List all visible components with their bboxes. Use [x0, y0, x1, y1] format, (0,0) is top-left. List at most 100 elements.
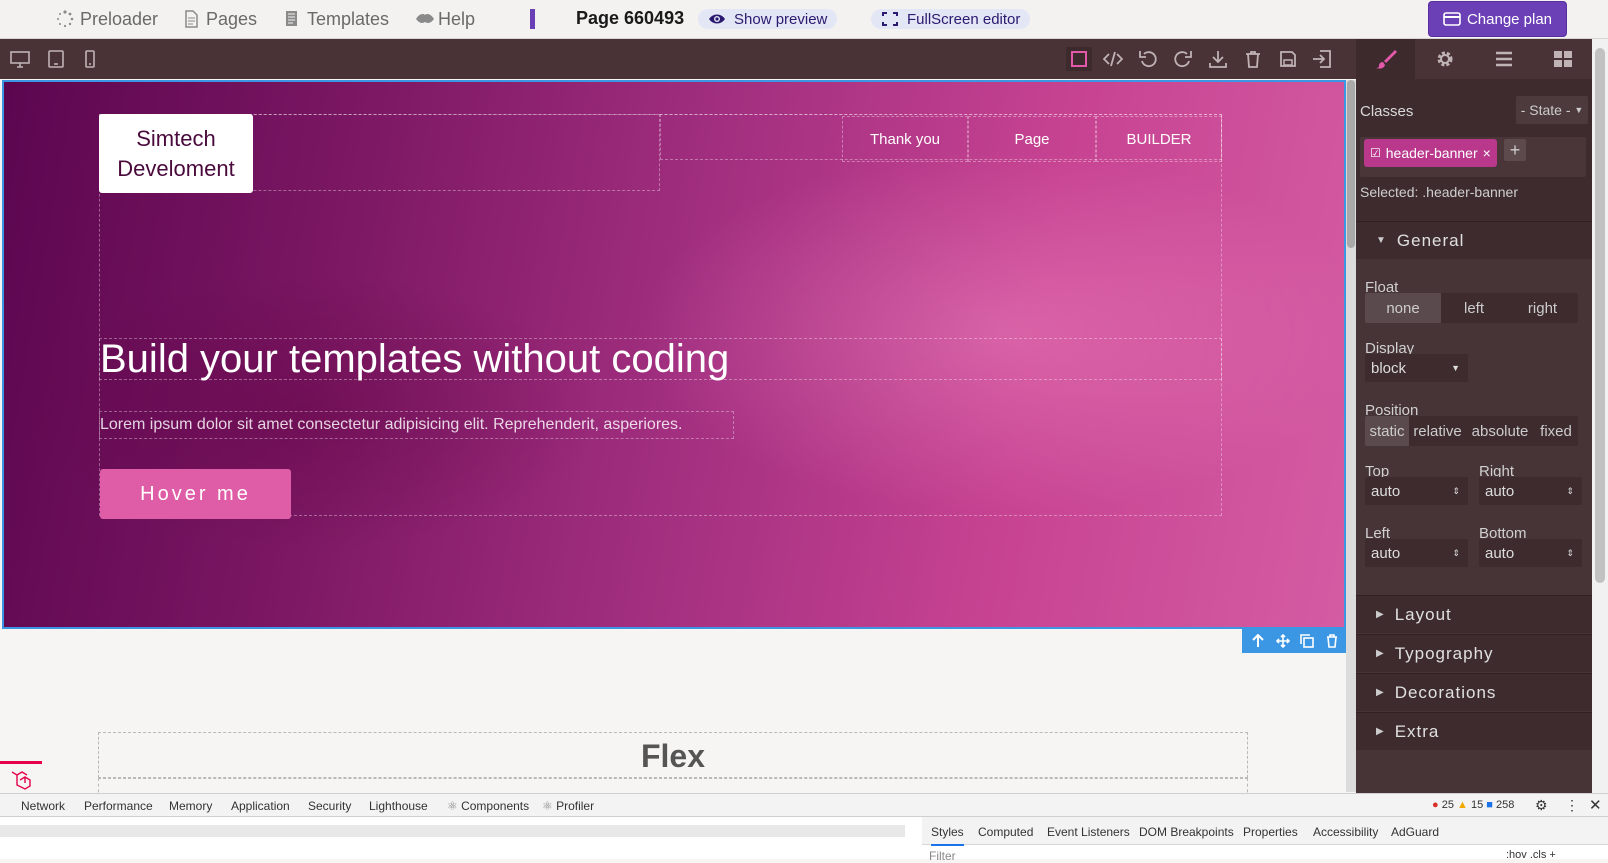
flex-container[interactable] [98, 778, 1248, 793]
import-button[interactable] [1309, 47, 1335, 71]
subtab-properties[interactable]: Properties [1243, 825, 1298, 839]
caret-right-icon: ▶ [1376, 648, 1385, 659]
mobile-icon[interactable] [80, 49, 100, 69]
add-class-button[interactable]: + [1504, 139, 1526, 161]
right-input[interactable]: auto ⇕ [1479, 477, 1582, 505]
devtools-tab-security[interactable]: Security [308, 799, 351, 813]
nav-templates[interactable]: Templates [283, 7, 389, 31]
sector-extra[interactable]: ▶ Extra [1356, 712, 1592, 750]
devtools-tab-network[interactable]: Network [21, 799, 65, 813]
tablet-icon[interactable] [46, 49, 66, 69]
hover-me-button[interactable]: Hover me [100, 469, 291, 519]
nav-link-page[interactable]: Page [968, 116, 1096, 162]
subtab-dom-breakpoints[interactable]: DOM Breakpoints [1139, 825, 1234, 839]
change-plan-button[interactable]: Change plan [1428, 1, 1567, 37]
close-icon[interactable]: × [1483, 145, 1491, 161]
position-static[interactable]: static [1365, 416, 1409, 446]
subtab-accessibility[interactable]: Accessibility [1313, 825, 1378, 839]
checkbox-icon[interactable]: ☑ [1370, 146, 1381, 160]
nav-link-thank-you[interactable]: Thank you [842, 116, 968, 162]
sector-label: Layout [1394, 604, 1452, 624]
sector-layout[interactable]: ▶ Layout [1356, 595, 1592, 633]
export-button[interactable] [1205, 47, 1231, 71]
devtools-tab-profiler[interactable]: ⚛ Profiler [542, 799, 594, 813]
float-none[interactable]: none [1365, 293, 1441, 323]
devtools-tab-components[interactable]: ⚛ Components [447, 799, 529, 813]
header-banner[interactable]: Simtech Develoment Thank you Page BUILDER… [2, 80, 1346, 629]
code-view-button[interactable] [1100, 47, 1126, 71]
sw-visibility-button[interactable] [1066, 47, 1092, 71]
float-right[interactable]: right [1507, 293, 1578, 323]
undo-button[interactable] [1135, 47, 1161, 71]
top-input[interactable]: auto ⇕ [1365, 477, 1468, 505]
nav-link-builder[interactable]: BUILDER [1096, 116, 1222, 162]
site-logo[interactable]: Simtech Develoment [99, 114, 253, 193]
nav-label: Preloader [80, 8, 159, 29]
redo-icon [1174, 51, 1192, 68]
position-absolute[interactable]: absolute [1466, 416, 1534, 446]
devtools-tab-memory[interactable]: Memory [169, 799, 212, 813]
position-fixed[interactable]: fixed [1534, 416, 1578, 446]
nav-preloader[interactable]: Preloader [56, 7, 158, 31]
stepper-icon[interactable]: ⇕ [1566, 548, 1574, 559]
devtools-tab-lighthouse[interactable]: Lighthouse [369, 799, 428, 813]
gear-icon[interactable]: ⚙ [1535, 797, 1548, 814]
sector-decorations[interactable]: ▶ Decorations [1356, 673, 1592, 711]
nav-help[interactable]: Help [414, 7, 475, 31]
show-preview-button[interactable]: Show preview [698, 9, 838, 29]
save-button[interactable] [1275, 47, 1301, 71]
tab-settings[interactable] [1415, 39, 1474, 79]
devtools-tab-application[interactable]: Application [231, 799, 290, 813]
move-icon[interactable] [1275, 634, 1290, 648]
tab-blocks[interactable] [1533, 39, 1592, 79]
desktop-icon[interactable] [10, 49, 30, 69]
devtools-tab-label: Profiler [556, 799, 595, 813]
trash-icon [1246, 51, 1260, 68]
console-counts[interactable]: ● 25 ▲ 15 ■ 258 [1432, 799, 1514, 811]
file-icon [185, 10, 198, 28]
banner-lorem-text[interactable]: Lorem ipsum dolor sit amet consectetur a… [100, 416, 683, 434]
fullscreen-editor-button[interactable]: FullScreen editor [871, 9, 1031, 29]
tab-layers[interactable] [1474, 39, 1533, 79]
classes-label: Classes [1360, 103, 1414, 120]
devtools-tab-performance[interactable]: Performance [84, 799, 153, 813]
template-icon [286, 11, 297, 26]
tab-style-manager[interactable] [1356, 39, 1415, 79]
copy-icon[interactable] [1300, 634, 1315, 648]
bottom-input[interactable]: auto ⇕ [1479, 539, 1582, 567]
arrow-up-icon[interactable] [1251, 634, 1265, 648]
fullscreen-icon [882, 12, 898, 26]
nav-pages[interactable]: Pages [182, 7, 257, 31]
subtab-adguard[interactable]: AdGuard [1391, 825, 1439, 839]
editor-canvas[interactable]: Simtech Develoment Thank you Page BUILDER… [0, 79, 1356, 793]
float-left[interactable]: left [1441, 293, 1507, 323]
page-scroll-thumb[interactable] [1595, 48, 1605, 583]
position-relative[interactable]: relative [1409, 416, 1466, 446]
state-select[interactable]: - State - ▼ [1516, 96, 1588, 124]
left-input[interactable]: auto ⇕ [1365, 539, 1468, 567]
canvas-scroll-thumb[interactable] [1347, 80, 1355, 248]
flex-title[interactable]: Flex [98, 732, 1248, 778]
subtab-event-listeners[interactable]: Event Listeners [1047, 825, 1130, 839]
hov-cls-buttons[interactable]: :hov .cls + [1506, 849, 1556, 861]
subtab-computed[interactable]: Computed [978, 825, 1033, 839]
redo-button[interactable] [1170, 47, 1196, 71]
kebab-menu-icon[interactable]: ⋮ [1565, 797, 1579, 814]
subtab-styles[interactable]: Styles [931, 825, 964, 846]
trash-icon[interactable] [1325, 634, 1339, 648]
sector-typography[interactable]: ▶ Typography [1356, 634, 1592, 672]
stepper-icon[interactable]: ⇕ [1452, 486, 1460, 497]
class-tag[interactable]: ☑ header-banner × [1364, 139, 1497, 167]
laravel-logo[interactable] [0, 761, 42, 793]
banner-headline[interactable]: Build your templates without coding [100, 337, 729, 382]
elements-pane[interactable] [0, 825, 905, 837]
stepper-icon[interactable]: ⇕ [1566, 486, 1574, 497]
stepper-icon[interactable]: ⇕ [1452, 548, 1460, 559]
close-icon[interactable]: ✕ [1589, 796, 1602, 814]
state-value: - State - [1520, 102, 1571, 118]
sector-general[interactable]: ▼ General [1356, 221, 1592, 259]
clear-canvas-button[interactable] [1240, 47, 1266, 71]
styles-filter-input[interactable]: Filter [929, 849, 956, 863]
display-select[interactable]: block ▼ [1365, 354, 1468, 382]
editor-toolbar [0, 39, 1356, 79]
